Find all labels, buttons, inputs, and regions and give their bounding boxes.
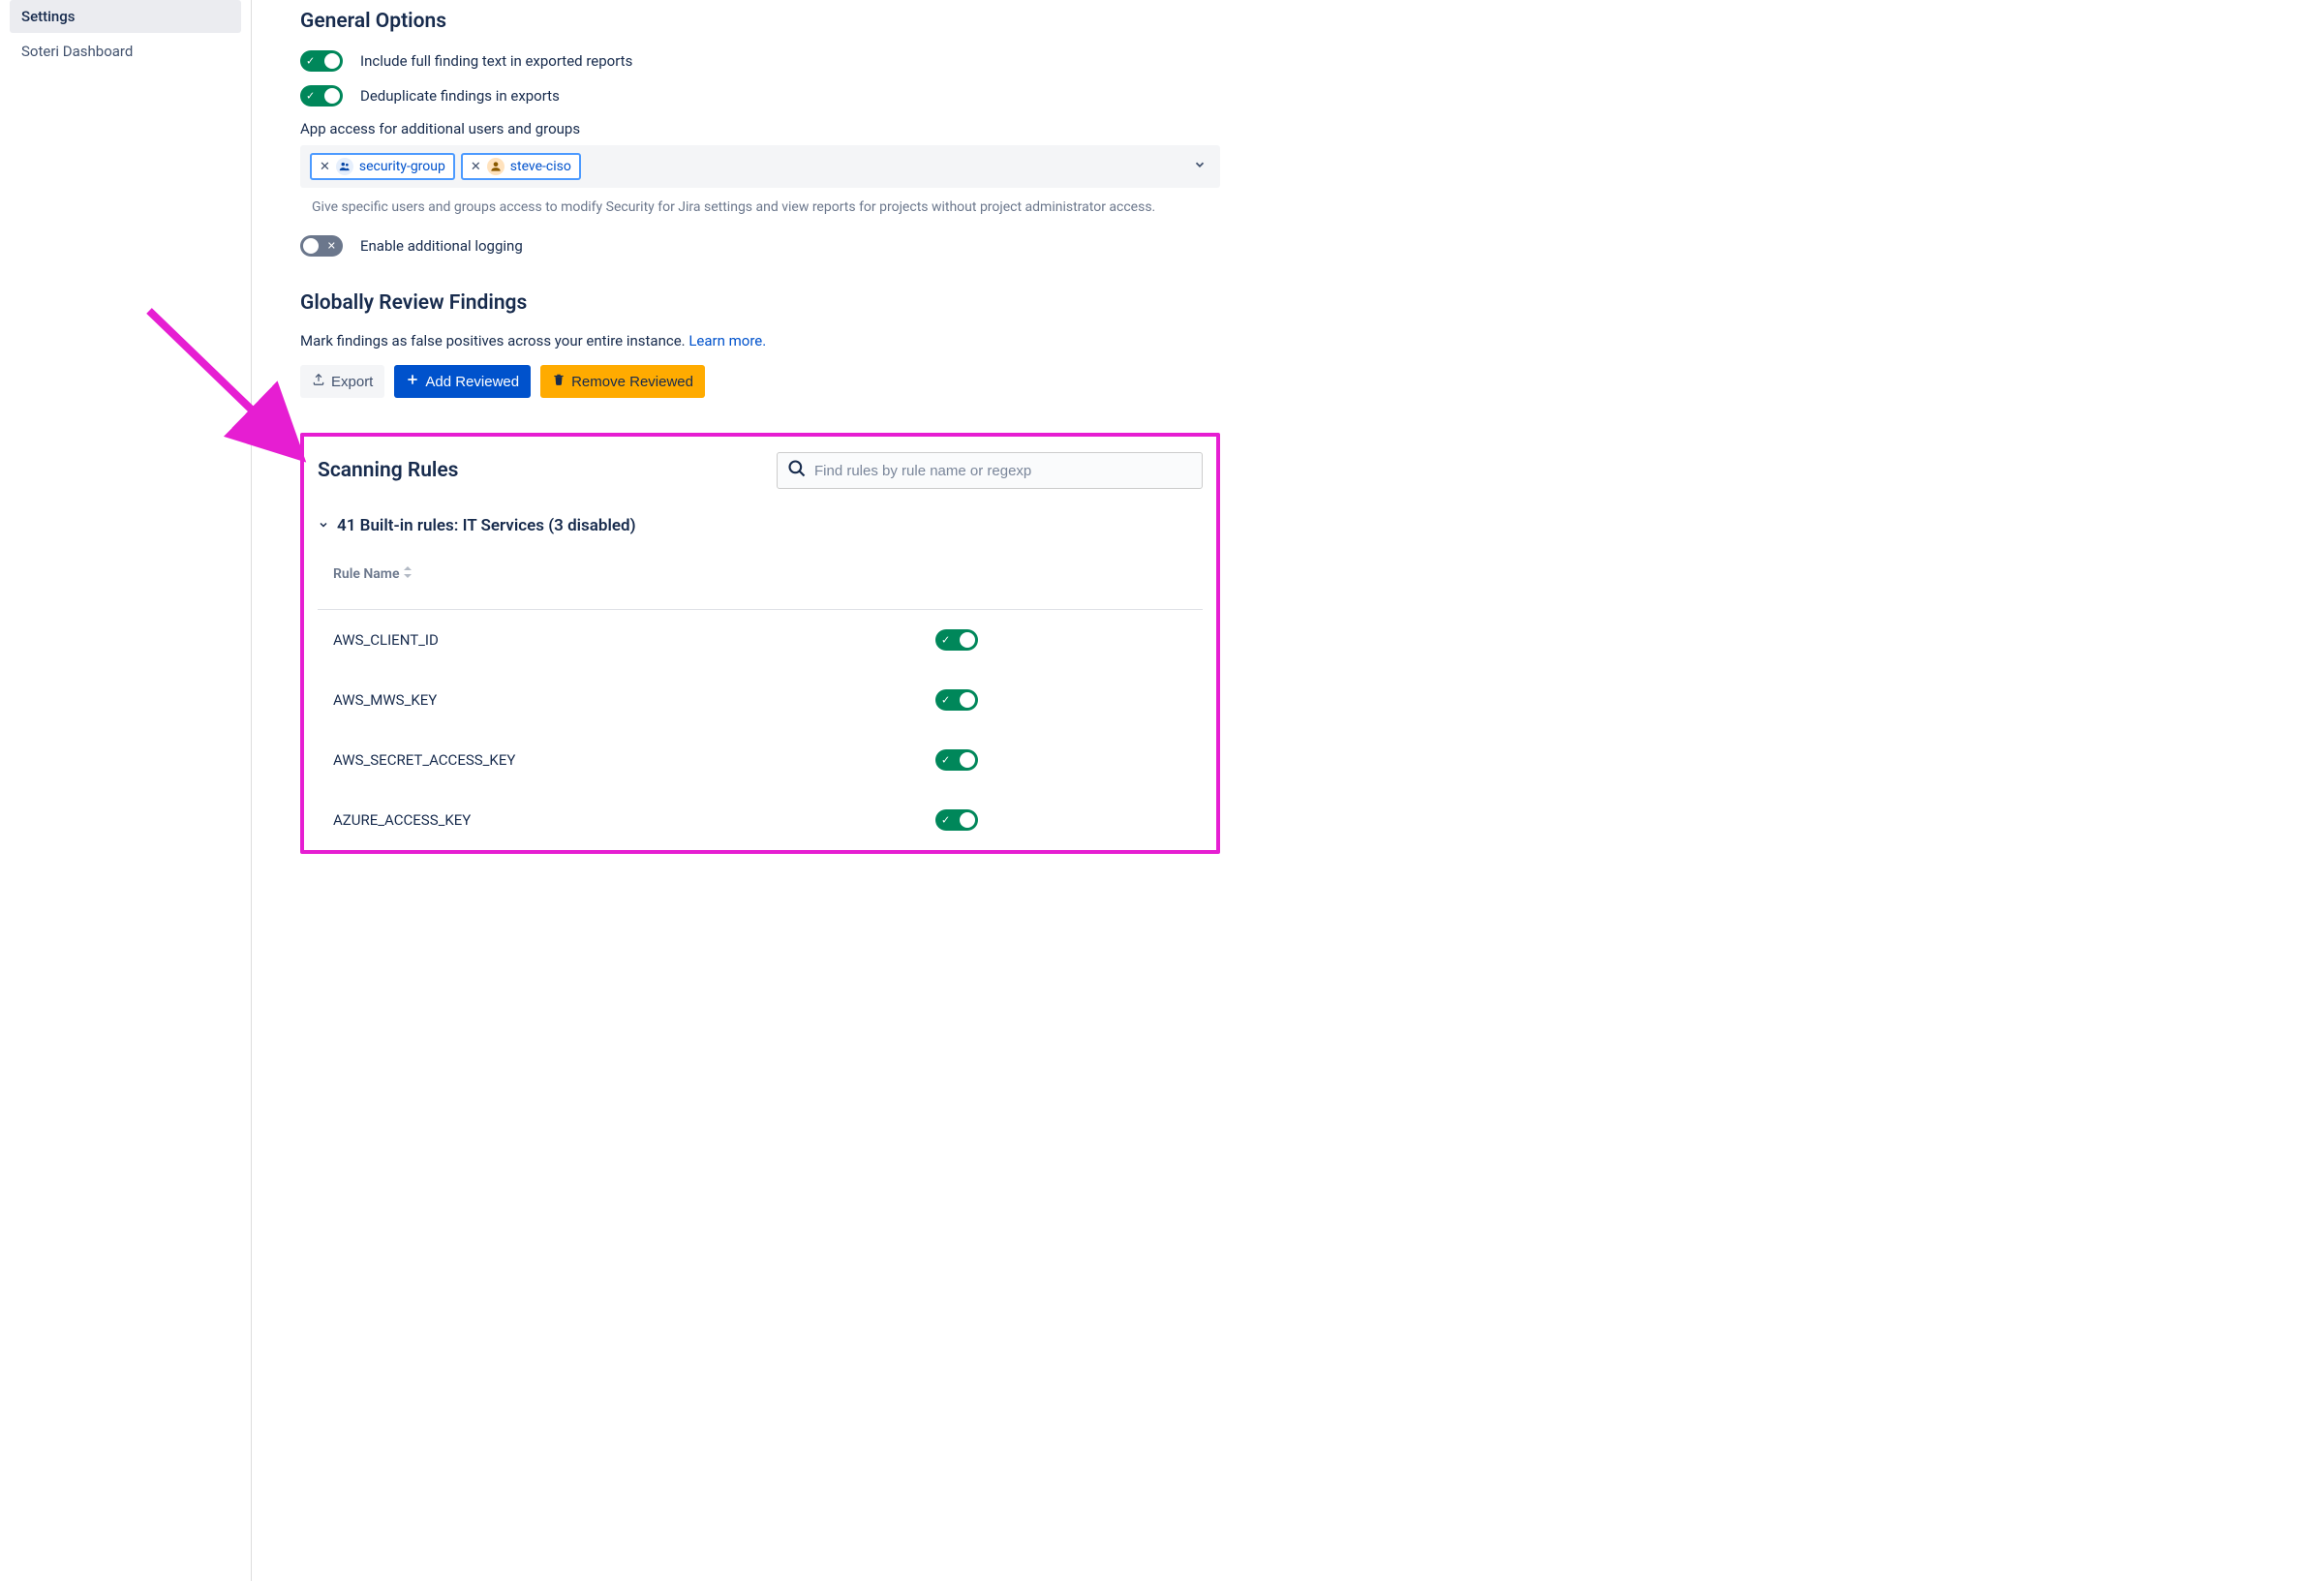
rule-name: AWS_SECRET_ACCESS_KEY xyxy=(333,751,515,769)
rules-group-toggle[interactable]: 41 Built-in rules: IT Services (3 disabl… xyxy=(318,516,1203,535)
general-options-section: General Options ✓ Include full finding t… xyxy=(300,10,1220,257)
group-icon xyxy=(336,158,353,175)
toggle-additional-logging[interactable]: ✕ xyxy=(300,235,343,257)
scanning-rules-heading: Scanning Rules xyxy=(318,459,458,482)
scanning-rules-section: Scanning Rules 41 Built-in rules: IT Ser… xyxy=(300,433,1220,854)
sidebar-item-settings[interactable]: Settings xyxy=(10,0,241,33)
add-reviewed-button[interactable]: Add Reviewed xyxy=(394,365,531,398)
toggle-rule-aws-secret-access-key[interactable]: ✓ xyxy=(935,749,978,771)
general-options-heading: General Options xyxy=(300,10,1220,33)
rule-name: AZURE_ACCESS_KEY xyxy=(333,811,471,829)
check-icon: ✓ xyxy=(941,815,950,826)
access-field-label: App access for additional users and grou… xyxy=(300,120,1220,137)
toggle-rule-aws-client-id[interactable]: ✓ xyxy=(935,629,978,651)
option-deduplicate: ✓ Deduplicate findings in exports xyxy=(300,85,1220,106)
review-findings-heading: Globally Review Findings xyxy=(300,291,1220,315)
review-findings-section: Globally Review Findings Mark findings a… xyxy=(300,291,1220,398)
access-multiselect[interactable]: ✕ security-group ✕ steve-ciso xyxy=(300,145,1220,188)
main-content: General Options ✓ Include full finding t… xyxy=(252,0,1269,1581)
rules-search[interactable] xyxy=(777,452,1203,489)
toggle-deduplicate[interactable]: ✓ xyxy=(300,85,343,106)
rules-list: AWS_CLIENT_ID ✓ AWS_MWS_KEY ✓ xyxy=(318,610,1203,850)
chip-security-group: ✕ security-group xyxy=(310,153,455,180)
chip-label: steve-ciso xyxy=(510,159,571,174)
review-description: Mark findings as false positives across … xyxy=(300,332,1220,350)
export-icon xyxy=(312,373,325,390)
sort-icon xyxy=(403,566,413,582)
x-icon: ✕ xyxy=(327,241,336,252)
sidebar: Settings Soteri Dashboard xyxy=(0,0,252,1581)
rule-row: AWS_MWS_KEY ✓ xyxy=(318,670,1203,730)
check-icon: ✓ xyxy=(306,91,315,102)
toggle-rule-azure-access-key[interactable]: ✓ xyxy=(935,809,978,831)
chip-remove-icon[interactable]: ✕ xyxy=(320,160,330,174)
check-icon: ✓ xyxy=(306,56,315,67)
toggle-include-full-text[interactable]: ✓ xyxy=(300,50,343,72)
rule-row: AWS_SECRET_ACCESS_KEY ✓ xyxy=(318,730,1203,790)
chevron-down-icon xyxy=(318,516,329,535)
remove-reviewed-button[interactable]: Remove Reviewed xyxy=(540,365,705,398)
option-include-full-text: ✓ Include full finding text in exported … xyxy=(300,50,1220,72)
plus-icon xyxy=(406,373,419,390)
toggle-rule-aws-mws-key[interactable]: ✓ xyxy=(935,689,978,711)
option-additional-logging: ✕ Enable additional logging xyxy=(300,235,1220,257)
rule-name: AWS_MWS_KEY xyxy=(333,691,437,709)
check-icon: ✓ xyxy=(941,635,950,646)
rule-name: AWS_CLIENT_ID xyxy=(333,631,439,649)
search-icon xyxy=(787,459,807,482)
option-label: Include full finding text in exported re… xyxy=(360,52,632,70)
rules-search-input[interactable] xyxy=(814,463,1192,479)
option-label: Enable additional logging xyxy=(360,237,523,255)
rules-table-header[interactable]: Rule Name xyxy=(318,557,1203,610)
learn-more-link[interactable]: Learn more. xyxy=(688,332,766,350)
chip-remove-icon[interactable]: ✕ xyxy=(471,160,481,174)
option-label: Deduplicate findings in exports xyxy=(360,87,560,105)
trash-icon xyxy=(552,373,566,390)
rule-row: AWS_CLIENT_ID ✓ xyxy=(318,610,1203,670)
chip-label: security-group xyxy=(359,159,445,174)
user-avatar-icon xyxy=(487,158,505,175)
sidebar-item-soteri-dashboard[interactable]: Soteri Dashboard xyxy=(10,35,241,68)
chip-steve-ciso: ✕ steve-ciso xyxy=(461,153,581,180)
review-button-row: Export Add Reviewed Remove Reviewed xyxy=(300,365,1220,398)
export-button[interactable]: Export xyxy=(300,365,384,398)
access-help-text: Give specific users and groups access to… xyxy=(312,198,1220,218)
check-icon: ✓ xyxy=(941,695,950,706)
chevron-down-icon[interactable] xyxy=(1193,158,1207,175)
rule-row: AZURE_ACCESS_KEY ✓ xyxy=(318,790,1203,850)
check-icon: ✓ xyxy=(941,755,950,766)
